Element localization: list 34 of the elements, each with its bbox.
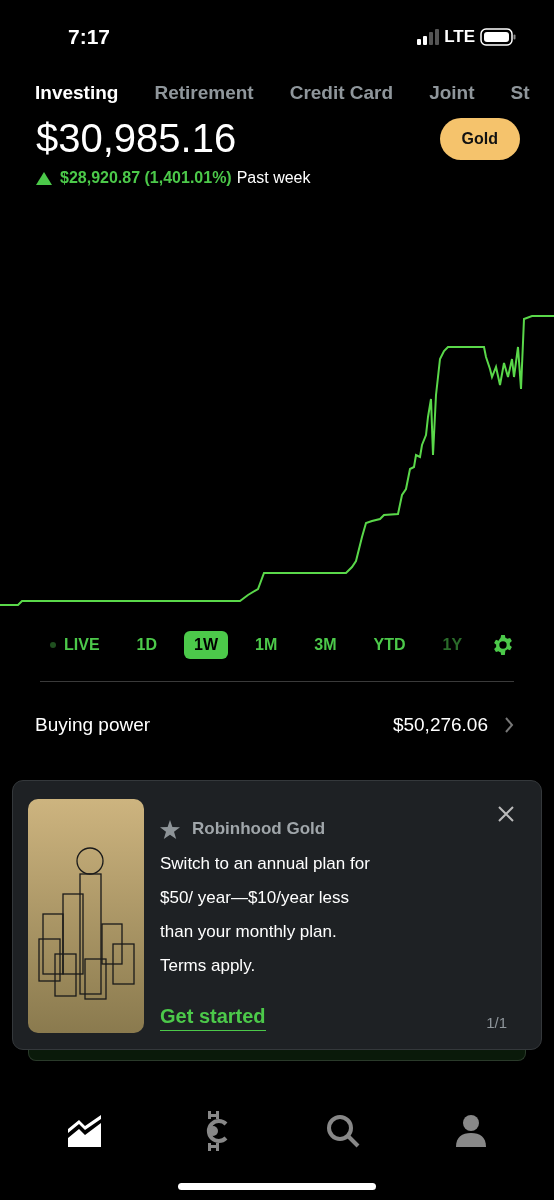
range-tab[interactable]: 1M — [245, 631, 288, 659]
account-tab[interactable]: Joint — [429, 82, 475, 104]
membership-button[interactable]: Gold — [439, 117, 520, 160]
buying-power-row[interactable]: Buying power $50,276.06 — [0, 682, 554, 768]
promo-text: Switch to an annual plan for $50/ year—$10/year less than your monthly plan. Terms apply. — [160, 853, 371, 977]
range-tab[interactable]: 1W — [184, 631, 228, 659]
account-tab[interactable]: St — [510, 82, 530, 104]
person-icon[interactable] — [456, 1115, 486, 1147]
buying-power-value: $50,276.06 — [392, 714, 488, 736]
network-label: LTE — [444, 27, 475, 47]
promo-title: Robinhood Gold — [192, 819, 326, 839]
range-tab[interactable]: YTD — [363, 631, 416, 659]
get-started-link[interactable]: Get started — [160, 1005, 266, 1031]
page-indicator: 1/1 — [486, 1014, 507, 1031]
account-tab[interactable]: Credit Card — [289, 82, 394, 104]
chevron-right-icon — [504, 717, 514, 733]
search-icon[interactable] — [326, 1114, 360, 1148]
account-tab[interactable]: Investing — [35, 82, 119, 104]
buying-power-label: Buying power — [35, 714, 151, 736]
star-icon — [160, 819, 180, 839]
signal-icon — [417, 29, 440, 45]
chart-icon[interactable] — [68, 1115, 102, 1147]
battery-icon — [480, 28, 516, 46]
up-triangle-icon — [36, 171, 52, 185]
account-tab[interactable]: Retirement — [154, 82, 254, 104]
status-time: 7:17 — [68, 25, 111, 49]
range-tab[interactable]: 3M — [304, 631, 347, 659]
range-tab[interactable]: 1D — [126, 631, 167, 659]
change-period: Past week — [236, 169, 311, 187]
range-tab[interactable]: LIVE — [40, 631, 110, 659]
close-icon[interactable] — [497, 805, 515, 823]
portfolio-value: $30,985.16 — [36, 116, 237, 161]
settings-icon[interactable] — [492, 634, 514, 656]
change-amount: $28,920.87 (1,401.01%) — [60, 169, 232, 187]
